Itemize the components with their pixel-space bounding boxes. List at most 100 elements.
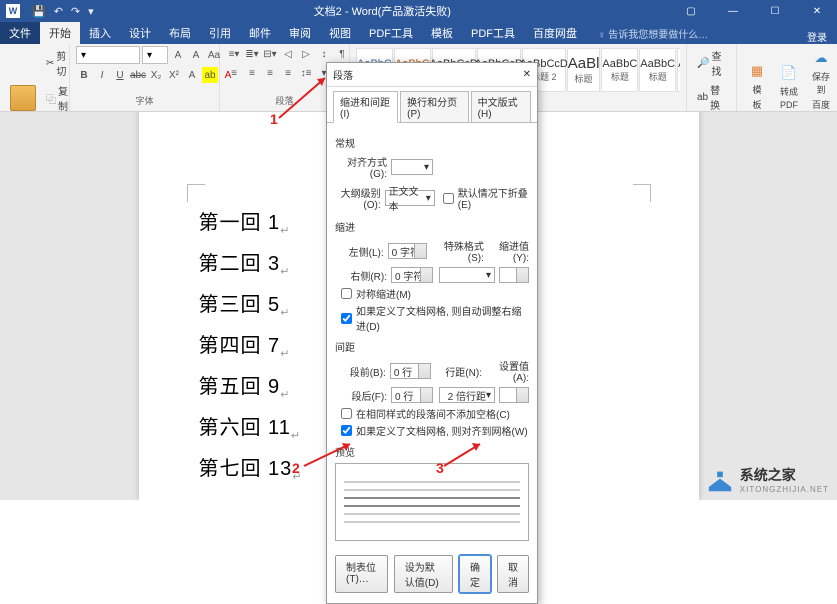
titlebar: W 💾 ↶ ↷ ▾ 文档2 - Word(产品激活失败) ▢ — ☐ ✕ (0, 0, 837, 22)
linesp-select[interactable]: 2 倍行距▾ (439, 387, 495, 403)
bold-button[interactable]: B (76, 67, 92, 83)
tabstops-button[interactable]: 制表位(T)… (335, 555, 388, 593)
style-item[interactable]: AaBbC标题 (601, 48, 638, 92)
tab-design[interactable]: 设计 (120, 22, 160, 44)
tellme-input[interactable]: ♀ 告诉我您想要做什么… (592, 23, 714, 44)
tab-layout[interactable]: 布局 (160, 22, 200, 44)
right-spin[interactable]: 0 字符▲▼ (391, 267, 433, 283)
ok-button[interactable]: 确定 (459, 555, 491, 593)
autogrid2-label: 如果定义了文档网格, 则对齐到网格(W) (356, 423, 528, 438)
nosame-checkbox[interactable] (341, 408, 352, 419)
group-font-label: 字体 (76, 94, 213, 109)
align-select[interactable]: ▾ (391, 159, 433, 175)
maximize-button[interactable]: ☐ (755, 0, 795, 22)
at-label: 设置值(A): (486, 358, 529, 384)
replace-icon: ab (697, 92, 708, 103)
minimize-button[interactable]: — (713, 0, 753, 22)
justify-icon[interactable]: ≡ (280, 65, 296, 81)
align-label: 对齐方式(G): (335, 154, 387, 180)
qat-undo-icon[interactable]: ↶ (54, 5, 63, 18)
align-center-icon[interactable]: ≡ (244, 65, 260, 81)
special-select[interactable]: ▾ (439, 267, 495, 283)
style-item[interactable]: AaBbC副标题 (677, 48, 680, 92)
search-icon: 🔎 (697, 58, 709, 69)
style-item[interactable]: AaBl标题 (567, 48, 601, 92)
watermark: 系统之家 XITONGZHIJIA.NET (706, 465, 829, 494)
highlight-button[interactable]: ab (202, 67, 218, 83)
indent-icon[interactable]: ▷ (298, 46, 314, 62)
template-button[interactable]: ▦模板 (743, 59, 771, 113)
at-spin[interactable]: ▲▼ (499, 387, 529, 403)
quick-access-toolbar: 💾 ↶ ↷ ▾ (32, 5, 94, 18)
cancel-button[interactable]: 取消 (497, 555, 529, 593)
tab-pdf1[interactable]: PDF工具 (360, 22, 422, 44)
tab-view[interactable]: 视图 (320, 22, 360, 44)
align-left-icon[interactable]: ≡ (226, 65, 242, 81)
autogrid2-checkbox[interactable] (341, 425, 352, 436)
by-label: 缩进值(Y): (488, 238, 529, 264)
paragraph-dialog: 段落 ✕ 缩进和间距(I) 换行和分页(P) 中文版式(H) 常规 对齐方式(G… (326, 62, 538, 604)
strike-button[interactable]: abc (130, 67, 146, 83)
grow-font-icon[interactable]: A (170, 47, 186, 63)
template-icon: ▦ (747, 61, 767, 81)
underline-button[interactable]: U (112, 67, 128, 83)
style-item[interactable]: AaBbC标题 (639, 48, 676, 92)
section-preview: 预览 (335, 444, 529, 459)
cloud-icon: ☁ (811, 48, 831, 68)
collapse-label: 默认情况下折叠(E) (458, 185, 529, 211)
tab-file[interactable]: 文件 (0, 22, 40, 44)
texteffect-button[interactable]: A (184, 67, 200, 83)
dedent-icon[interactable]: ◁ (280, 46, 296, 62)
left-spin[interactable]: 0 字符▲▼ (388, 243, 428, 259)
preview-box (335, 463, 529, 541)
dlg-tab-indent[interactable]: 缩进和间距(I) (333, 91, 398, 123)
multilevel-icon[interactable]: ⊟▾ (262, 46, 278, 62)
linesp-label: 行距(N): (435, 364, 482, 379)
by-spin[interactable]: ▲▼ (499, 267, 529, 283)
sub-button[interactable]: X₂ (148, 67, 164, 83)
qat-dropdown-icon[interactable]: ▾ (88, 5, 94, 18)
align-right-icon[interactable]: ≡ (262, 65, 278, 81)
after-spin[interactable]: 0 行▲▼ (391, 387, 433, 403)
tab-baidu[interactable]: 百度网盘 (524, 22, 586, 44)
topdf-button[interactable]: 📄转成PDF (775, 61, 803, 112)
default-button[interactable]: 设为默认值(D) (394, 555, 453, 593)
tab-template[interactable]: 模板 (422, 22, 462, 44)
marks-icon[interactable]: ¶ (334, 46, 350, 62)
autogrid1-checkbox[interactable] (341, 313, 352, 324)
tab-mail[interactable]: 邮件 (240, 22, 280, 44)
tab-references[interactable]: 引用 (200, 22, 240, 44)
ribbon-options-icon[interactable]: ▢ (671, 0, 711, 22)
font-size-select[interactable]: ▾ (142, 46, 168, 64)
dialog-title: 段落 (333, 67, 353, 82)
font-family-select[interactable]: ▾ (76, 46, 140, 64)
tab-review[interactable]: 审阅 (280, 22, 320, 44)
collapse-checkbox[interactable] (443, 193, 454, 204)
numbering-icon[interactable]: ≣▾ (244, 46, 260, 62)
find-button[interactable]: 🔎查找 (693, 46, 730, 80)
before-spin[interactable]: 0 行▲▼ (390, 363, 431, 379)
tab-insert[interactable]: 插入 (80, 22, 120, 44)
login-link[interactable]: 登录 (797, 29, 837, 44)
left-label: 左侧(L): (335, 244, 384, 259)
section-spacing: 间距 (335, 339, 529, 354)
sort-icon[interactable]: ↕ (316, 46, 332, 62)
ribbon-tabs: 文件 开始 插入 设计 布局 引用 邮件 审阅 视图 PDF工具 模板 PDF工… (0, 22, 837, 44)
tab-home[interactable]: 开始 (40, 22, 80, 44)
close-button[interactable]: ✕ (797, 0, 837, 22)
mirror-checkbox[interactable] (341, 288, 352, 299)
qat-redo-icon[interactable]: ↷ (71, 5, 80, 18)
callout-3: 3 (436, 460, 444, 476)
italic-button[interactable]: I (94, 67, 110, 83)
outline-select[interactable]: 正文文本▾ (385, 190, 435, 206)
dialog-close-icon[interactable]: ✕ (523, 69, 531, 80)
qat-save-icon[interactable]: 💾 (32, 5, 46, 18)
shrink-font-icon[interactable]: A (188, 47, 204, 63)
bullets-icon[interactable]: ≡▾ (226, 46, 242, 62)
tab-pdf2[interactable]: PDF工具 (462, 22, 524, 44)
dlg-tab-break[interactable]: 换行和分页(P) (400, 91, 469, 123)
dlg-tab-chinese[interactable]: 中文版式(H) (471, 91, 531, 123)
replace-button[interactable]: ab替换 (693, 80, 730, 114)
linespacing-icon[interactable]: ↕≡ (298, 65, 314, 81)
sup-button[interactable]: X² (166, 67, 182, 83)
